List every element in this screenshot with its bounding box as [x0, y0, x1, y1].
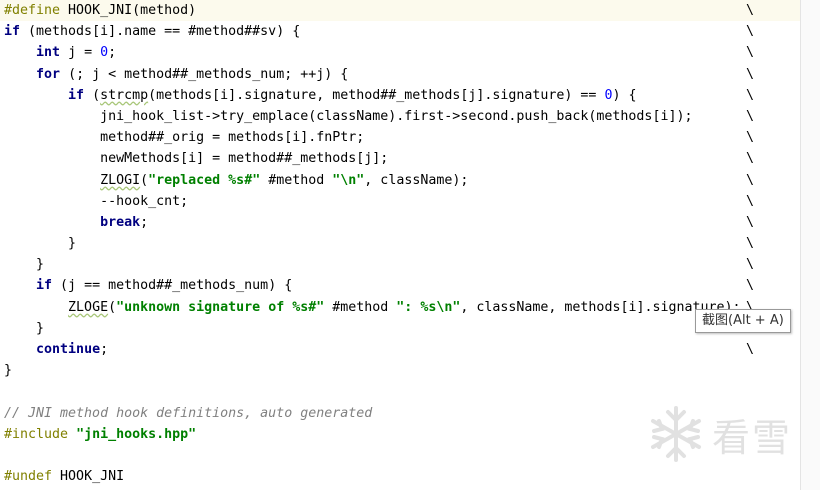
- code-token: ZLOGE: [68, 299, 109, 315]
- code-line[interactable]: if (methods[i].name == #method##sv) { \: [0, 21, 800, 42]
- code-editor[interactable]: #define HOOK_JNI(method) \ if (methods[i].…: [0, 0, 820, 490]
- line-continuation: \: [746, 172, 755, 188]
- code-token: 0: [100, 45, 109, 61]
- line-continuation: \: [746, 236, 755, 252]
- code-token: int: [36, 45, 61, 61]
- line-continuation: \: [746, 87, 755, 103]
- code-token: ) {: [612, 87, 637, 103]
- code-token: (: [84, 87, 101, 103]
- code-line[interactable]: break; \: [0, 212, 800, 233]
- code-line[interactable]: }\: [0, 318, 800, 339]
- code-token: }: [4, 320, 45, 336]
- code-token: #include: [4, 426, 77, 442]
- code-token: "replaced %s#": [148, 172, 261, 188]
- code-token: if: [36, 278, 53, 294]
- code-line[interactable]: --hook_cnt; \: [0, 191, 800, 212]
- watermark: 看雪: [648, 404, 792, 464]
- code-token: }: [4, 236, 77, 252]
- line-continuation: \: [746, 130, 755, 146]
- line-continuation: \: [746, 108, 755, 124]
- code-token: #method: [324, 299, 397, 315]
- code-token: (j == method##_methods_num) {: [52, 278, 293, 294]
- code-token: "jni_hooks.hpp": [76, 426, 197, 442]
- code-token: ;: [100, 342, 109, 357]
- code-token: "unknown signature of %s#": [116, 299, 325, 315]
- screenshot-tooltip: 截图(Alt + A): [695, 309, 791, 333]
- line-continuation: \: [746, 151, 755, 167]
- code-line[interactable]: }\: [0, 254, 800, 275]
- code-token: }: [4, 363, 13, 379]
- line-continuation: \: [746, 24, 755, 40]
- code-line[interactable]: if (strcmp(methods[i].signature, method#…: [0, 85, 800, 106]
- line-continuation: \: [746, 45, 755, 61]
- code-token: , className);: [364, 172, 469, 188]
- code-token: (methods[i].signature, method##_methods[…: [148, 87, 605, 103]
- line-continuation: \: [746, 342, 755, 357]
- code-token: method##_orig = methods[i].fnPtr;: [4, 130, 365, 146]
- code-line[interactable]: }\: [0, 233, 800, 254]
- code-line[interactable]: #define HOOK_JNI(method) \: [0, 0, 800, 22]
- code-token: #undef: [4, 469, 61, 485]
- code-token: }: [4, 257, 45, 273]
- code-token: (methods[i].name == #method##sv) {: [20, 24, 301, 40]
- line-continuation: \: [746, 193, 755, 209]
- line-continuation: \: [746, 66, 755, 82]
- code-line[interactable]: for (; j < method##_methods_num; ++j) { \: [0, 64, 800, 85]
- code-token: #define: [4, 3, 69, 18]
- line-continuation: \: [746, 3, 755, 18]
- code-token: ": %s\n": [396, 299, 461, 315]
- code-line[interactable]: int j = 0; \: [0, 42, 800, 63]
- code-token: (; j < method##_methods_num; ++j) {: [60, 66, 349, 82]
- code-token: if: [68, 87, 85, 103]
- code-token: break: [100, 214, 141, 230]
- code-line[interactable]: newMethods[i] = method##_methods[j]; \: [0, 148, 800, 169]
- code-line[interactable]: }: [0, 360, 800, 381]
- code-token: j =: [60, 45, 101, 61]
- code-token: HOOK_JNI: [60, 469, 125, 485]
- code-line[interactable]: jni_hook_list->try_emplace(className).fi…: [0, 106, 800, 127]
- code-line[interactable]: [0, 381, 800, 402]
- code-token: continue: [36, 342, 101, 357]
- code-token: newMethods[i] = method##_methods[j];: [4, 151, 389, 167]
- code-token: for: [36, 66, 61, 82]
- code-token: --hook_cnt;: [4, 193, 189, 209]
- code-token: (: [140, 172, 149, 188]
- code-token: ZLOGI: [100, 172, 141, 188]
- code-line[interactable]: ZLOGI("replaced %s#" #method "\n", class…: [0, 170, 800, 191]
- line-continuation: \: [746, 214, 755, 230]
- code-token: if: [4, 24, 21, 40]
- line-continuation: \: [746, 278, 755, 294]
- code-token: jni_hook_list->try_emplace(className).fi…: [4, 108, 693, 124]
- snowflake-icon: [648, 404, 704, 464]
- code-token: ;: [108, 45, 117, 61]
- code-token: ;: [140, 214, 149, 230]
- code-token: HOOK_JNI(method): [68, 3, 197, 18]
- code-token: strcmp: [100, 87, 149, 103]
- code-token: (: [108, 299, 117, 315]
- line-continuation: \: [746, 257, 755, 273]
- code-line[interactable]: ZLOGE("unknown signature of %s#" #method…: [0, 297, 800, 318]
- code-token: #method: [260, 172, 333, 188]
- code-token: // JNI method hook definitions, auto gen…: [4, 405, 373, 421]
- watermark-text: 看雪: [712, 415, 793, 460]
- editor-scrollbar[interactable]: [801, 0, 820, 490]
- code-line[interactable]: #undef HOOK_JNI: [0, 466, 800, 487]
- code-token: "\n": [332, 172, 365, 188]
- code-line[interactable]: continue; \: [0, 339, 800, 360]
- code-line[interactable]: method##_orig = methods[i].fnPtr; \: [0, 127, 800, 148]
- code-line[interactable]: if (j == method##_methods_num) { \: [0, 275, 800, 296]
